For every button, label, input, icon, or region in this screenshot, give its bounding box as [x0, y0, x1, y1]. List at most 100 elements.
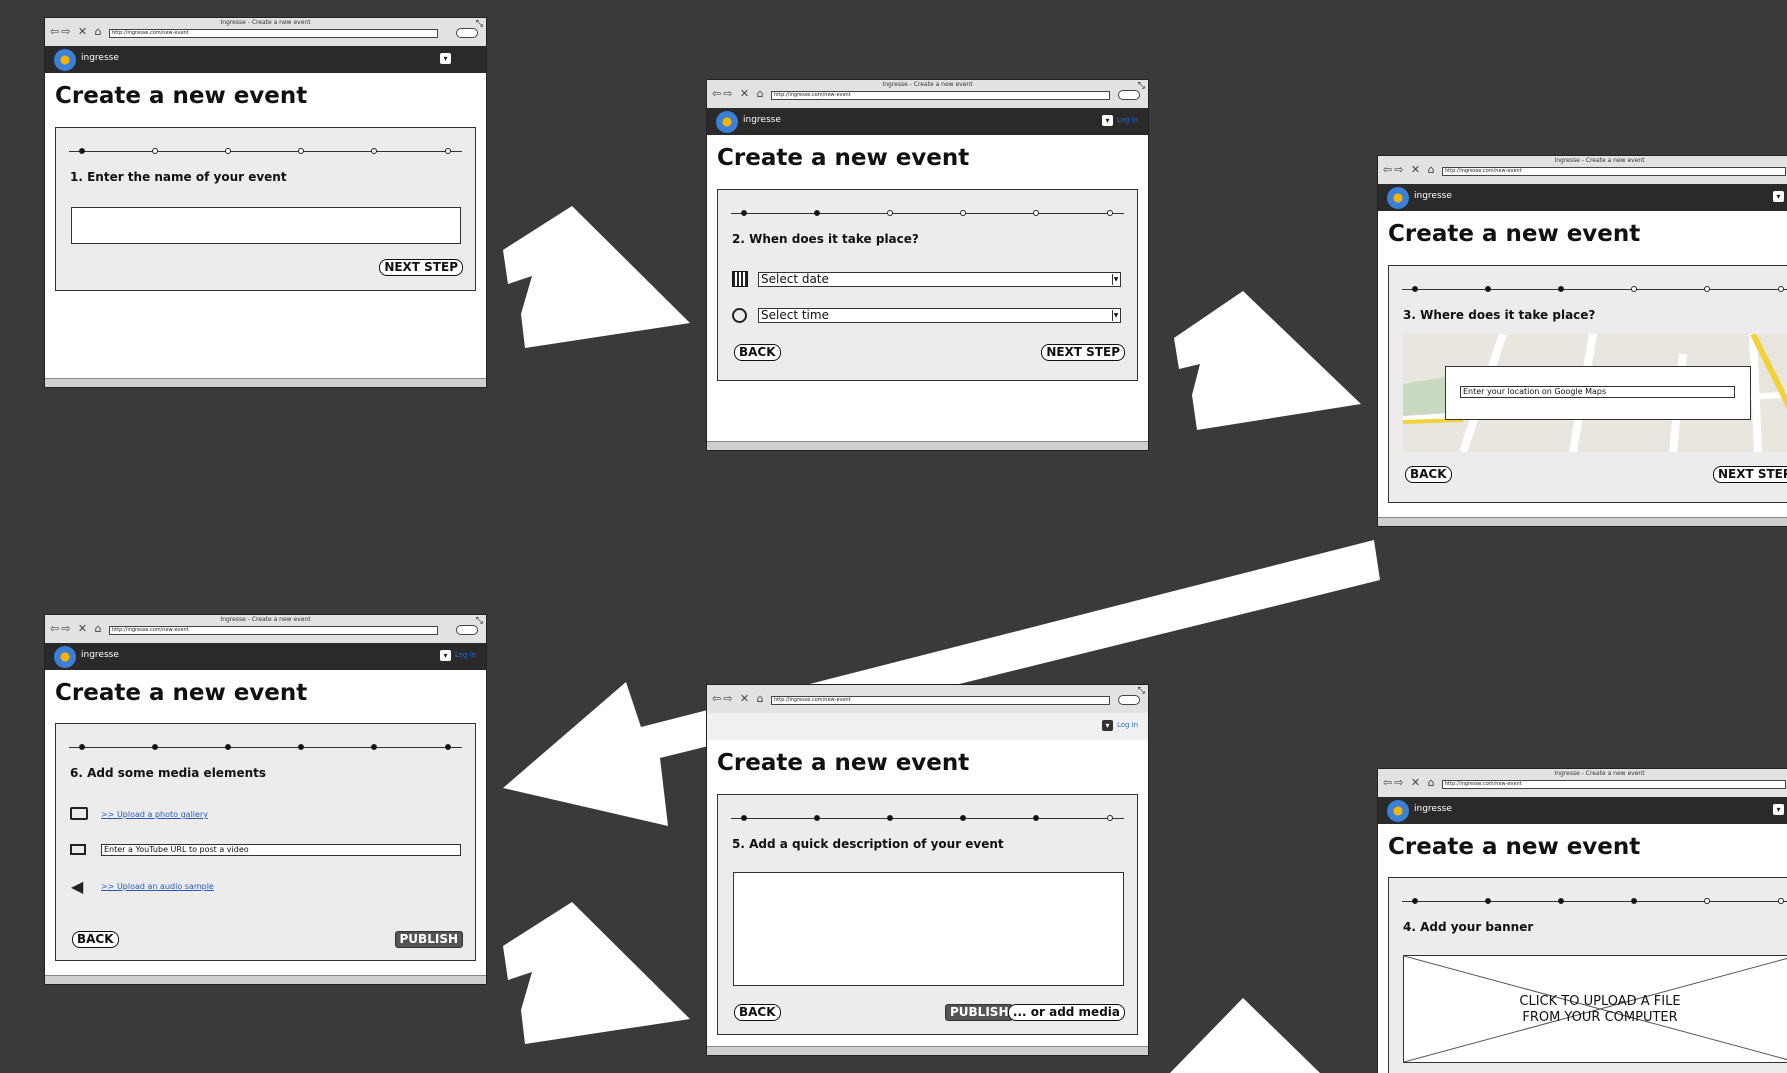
back-button[interactable]: BACK [734, 1004, 781, 1021]
step-dot-3[interactable] [887, 210, 893, 216]
step-dot-3[interactable] [1558, 286, 1564, 292]
progress-stepper [731, 210, 1124, 216]
step-dot-4[interactable] [960, 815, 966, 821]
message-icon[interactable]: ▾ [1773, 191, 1784, 202]
browser-nav-icons[interactable]: ⇦⇨ ✕ ⌂ [712, 87, 766, 101]
step-dot-1[interactable] [1412, 898, 1418, 904]
step-dot-1[interactable] [79, 744, 85, 750]
step-dot-6[interactable] [1107, 815, 1113, 821]
step-dot-5[interactable] [371, 744, 377, 750]
step-dot-5[interactable] [371, 148, 377, 154]
resize-icon[interactable]: ⤡ [476, 19, 483, 29]
step-dot-6[interactable] [445, 148, 451, 154]
step-dot-4[interactable] [1631, 898, 1637, 904]
next-step-button[interactable]: NEXT STEP [1713, 466, 1787, 483]
ingresse-logo-icon[interactable] [1387, 800, 1409, 822]
step-dot-2[interactable] [152, 148, 158, 154]
resize-icon[interactable]: ⤡ [1138, 81, 1145, 91]
login-link[interactable]: Log in [455, 54, 476, 62]
step-dot-4[interactable] [1631, 286, 1637, 292]
ingresse-logo-icon[interactable] [54, 49, 76, 71]
login-link[interactable]: Log in [455, 651, 476, 659]
browser-search-box[interactable] [1118, 695, 1140, 705]
publish-button[interactable]: PUBLISH [945, 1004, 1014, 1021]
ingresse-logo-icon[interactable] [54, 646, 76, 668]
upload-photo-gallery-link[interactable]: >> Upload a photo gallery [101, 810, 208, 819]
address-bar[interactable]: http://ingresse.com/new-event [109, 626, 438, 635]
step-dot-2[interactable] [814, 210, 820, 216]
time-select[interactable]: Select time ▼ [758, 308, 1121, 323]
step-dot-3[interactable] [887, 815, 893, 821]
login-link[interactable]: Log in [1117, 116, 1138, 124]
message-icon[interactable]: ▾ [440, 650, 451, 661]
message-icon[interactable]: ▾ [440, 53, 451, 64]
address-bar[interactable]: http://ingresse.com/new-event [1442, 167, 1786, 176]
step-dot-1[interactable] [1412, 286, 1418, 292]
step-dot-4[interactable] [298, 744, 304, 750]
ingresse-logo-icon[interactable] [716, 111, 738, 133]
page-title: Create a new event [1388, 834, 1641, 860]
step-dot-6[interactable] [1778, 898, 1784, 904]
address-bar[interactable]: http://ingresse.com/new-event [1442, 780, 1786, 789]
browser-nav-icons[interactable]: ⇦⇨ ✕ ⌂ [50, 25, 104, 39]
browser-nav-icons[interactable]: ⇦⇨ ✕ ⌂ [1383, 163, 1437, 177]
login-link[interactable]: Log in [1117, 721, 1138, 729]
address-bar[interactable]: http://ingresse.com/new-event [771, 696, 1110, 705]
location-input[interactable]: Enter your location on Google Maps [1460, 386, 1735, 398]
back-button[interactable]: BACK [1405, 466, 1452, 483]
event-name-input[interactable] [71, 207, 461, 244]
youtube-url-input[interactable]: Enter a YouTube URL to post a video [101, 844, 461, 856]
step-dot-5[interactable] [1033, 210, 1039, 216]
address-bar[interactable]: http://ingresse.com/new-event [771, 91, 1110, 100]
step-dot-3[interactable] [225, 744, 231, 750]
step-dot-6[interactable] [445, 744, 451, 750]
ingresse-logo-icon[interactable] [1387, 187, 1409, 209]
banner-upload-area[interactable]: CLICK TO UPLOAD A FILE FROM YOUR COMPUTE… [1403, 955, 1787, 1063]
browser-nav-icons[interactable]: ⇦⇨ ✕ ⌂ [1383, 776, 1437, 790]
step-dot-2[interactable] [814, 815, 820, 821]
app-header: ingresse ▾ Log in [45, 46, 486, 73]
step-dot-6[interactable] [1778, 286, 1784, 292]
progress-stepper [1402, 286, 1787, 292]
resize-icon[interactable]: ⤡ [1138, 686, 1145, 696]
message-icon[interactable]: ▾ [1102, 115, 1113, 126]
description-textarea[interactable] [733, 872, 1124, 986]
step-dot-2[interactable] [152, 744, 158, 750]
resize-icon[interactable]: ⤡ [476, 616, 483, 626]
map-view[interactable]: Enter your location on Google Maps [1403, 334, 1787, 452]
step-dot-3[interactable] [225, 148, 231, 154]
browser-search-box[interactable] [1118, 90, 1140, 100]
step-dot-2[interactable] [1485, 898, 1491, 904]
brand-name: ingresse [743, 115, 781, 125]
next-step-button[interactable]: NEXT STEP [379, 259, 463, 276]
next-step-button[interactable]: NEXT STEP [1041, 344, 1125, 361]
step-dot-2[interactable] [1485, 286, 1491, 292]
back-button[interactable]: BACK [734, 344, 781, 361]
step-dot-5[interactable] [1704, 286, 1710, 292]
message-icon[interactable]: ▾ [1102, 720, 1113, 731]
browser-nav-icons[interactable]: ⇦⇨ ✕ ⌂ [50, 622, 104, 636]
browser-search-box[interactable] [456, 28, 478, 38]
step-dot-4[interactable] [960, 210, 966, 216]
add-media-button[interactable]: ... or add media [1007, 1004, 1125, 1021]
step-dot-3[interactable] [1558, 898, 1564, 904]
step-dot-6[interactable] [1107, 210, 1113, 216]
upload-audio-link[interactable]: >> Upload an audio sample [101, 882, 214, 891]
message-icon[interactable]: ▾ [1773, 804, 1784, 815]
address-bar[interactable]: http://ingresse.com/new-event [109, 29, 438, 38]
browser-nav-icons[interactable]: ⇦⇨ ✕ ⌂ [712, 692, 766, 706]
date-select[interactable]: Select date ▼ [758, 272, 1121, 287]
step-dot-5[interactable] [1704, 898, 1710, 904]
chevron-down-icon[interactable]: ▼ [1112, 310, 1119, 321]
publish-button[interactable]: PUBLISH [394, 931, 463, 948]
step-dot-4[interactable] [298, 148, 304, 154]
step-dot-1[interactable] [741, 815, 747, 821]
wireframe-step-3: Ingresse - Create a new event ⇦⇨ ✕ ⌂ htt… [1377, 155, 1787, 527]
step-dot-1[interactable] [741, 210, 747, 216]
step-dot-5[interactable] [1033, 815, 1039, 821]
window-title: Ingresse - Create a new event [220, 616, 311, 623]
step-dot-1[interactable] [79, 148, 85, 154]
browser-search-box[interactable] [456, 625, 478, 635]
chevron-down-icon[interactable]: ▼ [1112, 274, 1119, 285]
back-button[interactable]: BACK [72, 931, 119, 948]
